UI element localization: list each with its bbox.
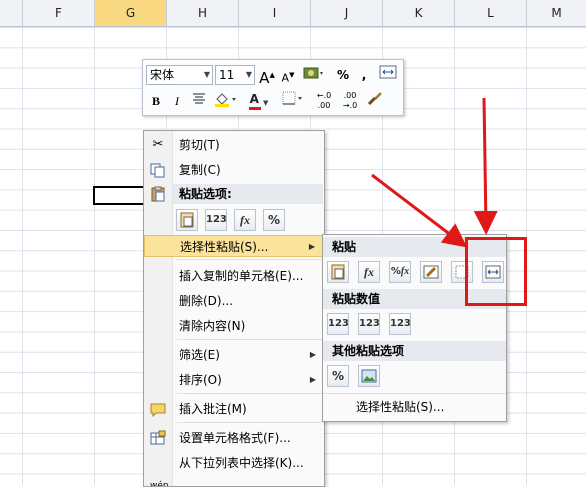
red-arrow-vertical xyxy=(473,97,498,235)
highlight-box xyxy=(465,237,527,306)
red-arrow-diagonal xyxy=(371,173,468,248)
